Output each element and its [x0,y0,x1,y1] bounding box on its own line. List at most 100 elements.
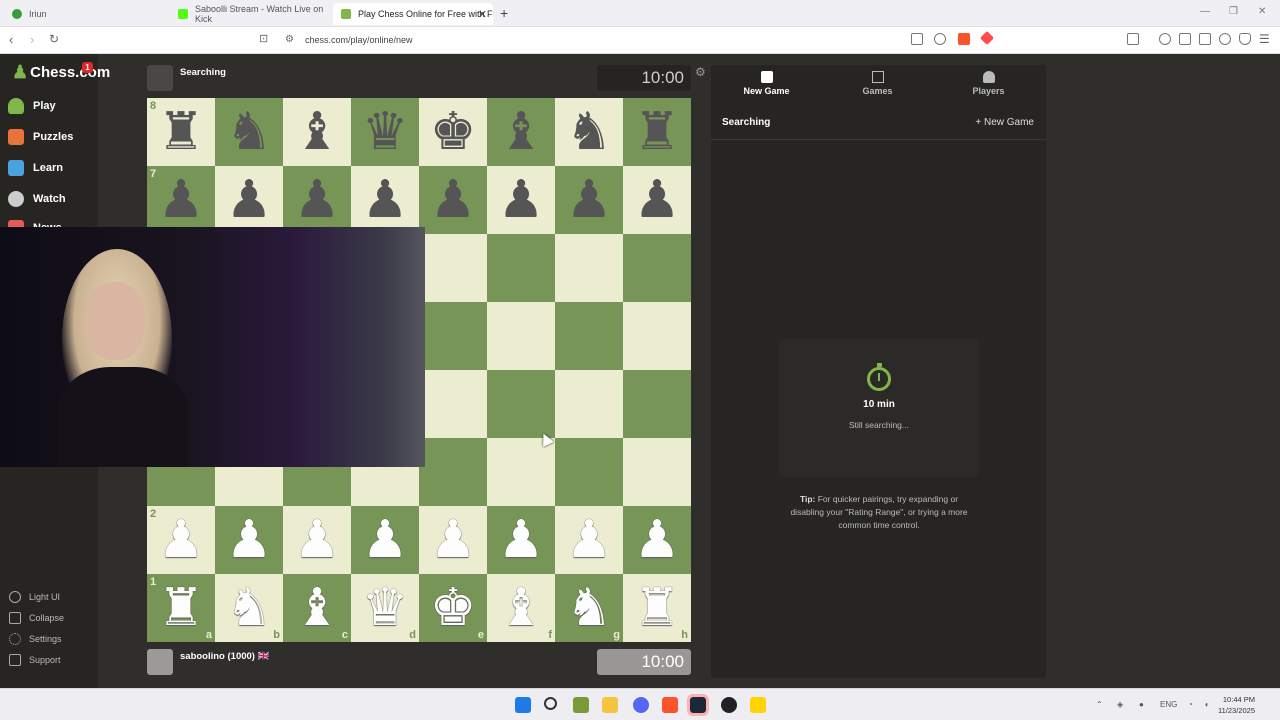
chess-piece[interactable]: ♞ [226,582,273,634]
chess-piece[interactable]: ♟ [634,514,681,566]
board-square[interactable]: b ♞ [215,574,283,642]
board-square[interactable]: f ♝ [487,574,555,642]
discord-icon[interactable] [633,697,649,713]
board-square[interactable] [487,302,555,370]
board-square[interactable]: ♚ [419,98,487,166]
chess-piece[interactable]: ♞ [566,106,613,158]
network-icon[interactable]: ◈ [1117,700,1123,709]
chess-piece[interactable]: ♝ [294,106,341,158]
chess-piece[interactable]: ♟ [430,514,477,566]
board-square[interactable]: ♟ [215,166,283,234]
chess-logo[interactable]: ♟ Chess.com 1 [12,62,110,83]
restore-icon[interactable]: ❐ [1229,6,1238,17]
menu-icon[interactable]: ☰ [1259,32,1270,46]
reading-list-icon[interactable] [1179,33,1191,45]
chess-piece[interactable]: ♞ [566,582,613,634]
chess-piece[interactable]: ♟ [566,174,613,226]
chess-piece[interactable]: ♟ [226,514,273,566]
board-square[interactable]: ♝ [487,98,555,166]
board-square[interactable] [555,302,623,370]
chess-piece[interactable]: ♝ [498,582,545,634]
board-square[interactable]: ♟ [351,166,419,234]
cast-icon[interactable] [911,33,923,45]
reload-icon[interactable]: ↻ [49,32,59,46]
chess-piece[interactable]: ♛ [362,582,409,634]
chess-piece[interactable]: ♝ [294,582,341,634]
chess-piece[interactable]: ♟ [498,514,545,566]
board-square[interactable]: ♞ [555,98,623,166]
board-square[interactable] [419,438,487,506]
brave-icon[interactable] [662,697,678,713]
chess-piece[interactable]: ♜ [634,582,681,634]
obs-icon[interactable] [721,697,737,713]
chess-piece[interactable]: ♝ [498,106,545,158]
board-square[interactable]: ♟ [215,506,283,574]
chess-piece[interactable]: ♟ [430,174,477,226]
minimize-icon[interactable]: — [1200,6,1210,17]
board-square[interactable]: h ♜ [623,574,691,642]
chess-piece[interactable]: ♟ [566,514,613,566]
leo-ai-icon[interactable] [1219,33,1231,45]
language-indicator[interactable]: ENG [1160,700,1177,709]
board-square[interactable]: ♟ [623,506,691,574]
chess-piece[interactable]: ♚ [430,106,477,158]
bookmark-icon[interactable]: ⊡ [259,32,268,45]
chess-piece[interactable]: ♟ [158,514,205,566]
mic-icon[interactable]: ● [1139,700,1144,709]
board-square[interactable]: ♟ [487,166,555,234]
wallet-icon[interactable] [1199,33,1211,45]
chess-piece[interactable]: ♛ [362,106,409,158]
board-square[interactable]: ♟ [351,506,419,574]
board-square[interactable]: ♟ [283,506,351,574]
board-square[interactable]: 1 a ♜ [147,574,215,642]
sidebar-item-watch[interactable]: Watch [8,191,66,207]
board-square[interactable]: g ♞ [555,574,623,642]
chess-piece[interactable]: ♟ [226,174,273,226]
board-square[interactable] [555,234,623,302]
chess-piece[interactable]: ♟ [362,174,409,226]
tray-chevron-icon[interactable]: ⌃ [1096,700,1103,709]
board-square[interactable]: 2 ♟ [147,506,215,574]
windows-start-icon[interactable] [515,697,531,713]
chess-piece[interactable]: ♜ [634,106,681,158]
vpn-icon[interactable] [1239,33,1251,45]
sidebar-item-learn[interactable]: Learn [8,160,63,176]
board-square[interactable]: ♟ [623,166,691,234]
close-tab-icon[interactable]: ✕ [478,8,487,21]
chess-piece[interactable]: ♜ [158,582,205,634]
chess-piece[interactable]: ♟ [294,174,341,226]
board-square[interactable] [487,234,555,302]
new-game-link[interactable]: + New Game [975,117,1034,128]
browser-tab-chess[interactable]: Play Chess Online for Free with F ✕ [333,3,493,25]
board-square[interactable]: ♟ [283,166,351,234]
brave-shields-icon[interactable] [958,33,970,45]
board-square[interactable]: 8 ♜ [147,98,215,166]
file-explorer-icon[interactable] [602,697,618,713]
tab-new-game[interactable]: New Game [711,65,822,105]
board-square[interactable]: ♟ [419,506,487,574]
chess-piece[interactable]: ♟ [294,514,341,566]
browser-tab-iriun[interactable]: Iriun [4,3,169,25]
sidebar-item-play[interactable]: Play [8,98,56,114]
tab-games[interactable]: Games [822,65,933,105]
support-link[interactable]: Support [9,654,61,666]
sidebar-item-puzzles[interactable]: Puzzles [8,129,73,145]
board-square[interactable]: ♟ [555,166,623,234]
browser-tab-kick[interactable]: Saboolli Stream - Watch Live on Kick [170,3,332,25]
board-square[interactable] [623,302,691,370]
back-icon[interactable]: ‹ [9,32,13,47]
forward-icon[interactable]: › [30,32,34,47]
sidebar-toggle-icon[interactable] [1127,33,1139,45]
url-field[interactable]: chess.com/play/online/new [305,35,413,45]
board-square[interactable]: c ♝ [283,574,351,642]
board-square[interactable]: ♝ [283,98,351,166]
board-square[interactable] [419,302,487,370]
board-square[interactable]: ♞ [215,98,283,166]
chess-piece[interactable]: ♜ [158,106,205,158]
board-square[interactable]: d ♛ [351,574,419,642]
close-window-icon[interactable]: ✕ [1258,6,1266,17]
board-square[interactable] [555,438,623,506]
board-square[interactable] [487,438,555,506]
chess-piece[interactable]: ♟ [498,174,545,226]
brave-rewards-icon[interactable] [979,30,995,46]
